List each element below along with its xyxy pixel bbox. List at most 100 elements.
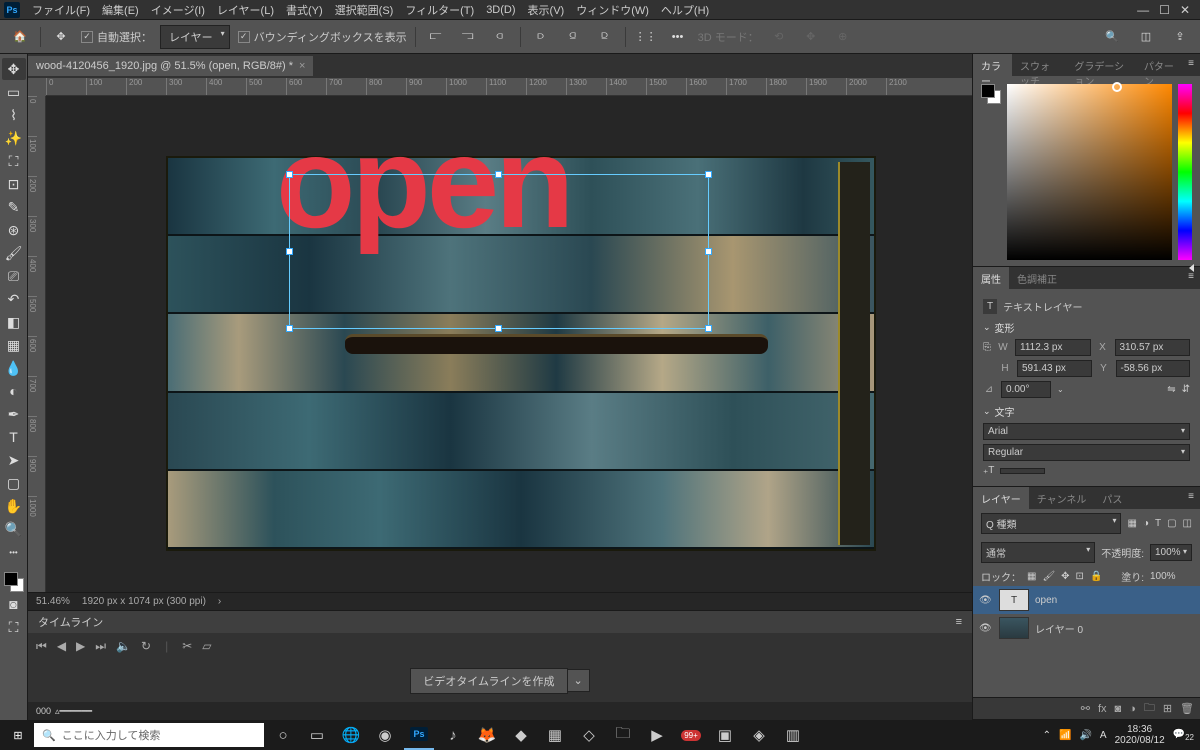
first-frame-icon[interactable]: ⏮: [36, 639, 47, 654]
audio-icon[interactable]: 🔈: [116, 639, 131, 653]
split-icon[interactable]: ✂: [182, 639, 192, 653]
transform-handle[interactable]: [705, 325, 712, 332]
layer-style-icon[interactable]: fx: [1098, 703, 1107, 715]
lock-artboard-icon[interactable]: ⊡: [1076, 571, 1084, 582]
lock-all-icon[interactable]: 🔒: [1090, 571, 1102, 582]
filter-type-icon[interactable]: T: [1155, 518, 1161, 529]
edge-icon[interactable]: 🌐: [336, 720, 366, 750]
taskbar-app-icon[interactable]: ◇: [574, 720, 604, 750]
taskbar-search[interactable]: 🔍 ここに入力して検索: [34, 723, 264, 747]
search-icon[interactable]: 🔍: [1100, 25, 1124, 49]
transform-handle[interactable]: [705, 248, 712, 255]
opacity-field[interactable]: 100%: [1150, 544, 1192, 561]
tab-swatches[interactable]: スウォッチ: [1012, 54, 1066, 76]
font-size-field[interactable]: [1000, 468, 1045, 474]
tab-channels[interactable]: チャンネル: [1029, 487, 1095, 509]
menu-view[interactable]: 表示(V): [522, 0, 571, 20]
layer-name[interactable]: open: [1035, 595, 1057, 606]
share-icon[interactable]: ⇪: [1168, 25, 1192, 49]
taskbar-app-icon[interactable]: ▥: [778, 720, 808, 750]
align-right-icon[interactable]: ⫏: [488, 25, 512, 49]
crop-tool[interactable]: ⛶: [2, 150, 26, 172]
photoshop-taskbar-icon[interactable]: Ps: [404, 720, 434, 750]
tab-close-icon[interactable]: ×: [299, 60, 305, 72]
link-layers-icon[interactable]: ⚯: [1081, 702, 1090, 715]
volume-icon[interactable]: 🔊: [1079, 730, 1091, 741]
blur-tool[interactable]: 💧: [2, 357, 26, 379]
filter-pixel-icon[interactable]: ▦: [1127, 518, 1136, 529]
color-field[interactable]: [1007, 84, 1172, 260]
document-tab[interactable]: wood-4120456_1920.jpg @ 51.5% (open, RGB…: [28, 56, 313, 76]
quickmask-tool[interactable]: ◙: [2, 593, 26, 615]
align-bottom-icon[interactable]: ⫒: [593, 25, 617, 49]
move-tool[interactable]: ✥: [2, 58, 26, 80]
lock-position-icon[interactable]: ✥: [1061, 571, 1069, 582]
menu-select[interactable]: 選択範囲(S): [329, 0, 400, 20]
network-icon[interactable]: 📶: [1059, 730, 1071, 741]
new-layer-icon[interactable]: ⊞: [1163, 702, 1172, 715]
tab-gradients[interactable]: グラデーション: [1066, 54, 1136, 76]
align-top-icon[interactable]: ⫐: [529, 25, 553, 49]
angle-field[interactable]: 0.00°: [1001, 381, 1051, 398]
menu-3d[interactable]: 3D(D): [480, 2, 521, 18]
clock[interactable]: 18:362020/08/12: [1115, 724, 1165, 746]
canvas-area[interactable]: 0100200300400500600700800900100011001200…: [28, 78, 972, 592]
y-field[interactable]: -58.56 px: [1116, 360, 1191, 377]
tab-layers[interactable]: レイヤー: [973, 487, 1029, 509]
menu-edit[interactable]: 編集(E): [96, 0, 145, 20]
lock-transparent-icon[interactable]: ▦: [1027, 571, 1036, 582]
blend-mode-select[interactable]: 通常: [981, 542, 1095, 563]
menu-window[interactable]: ウィンドウ(W): [570, 0, 655, 20]
layer-thumbnail[interactable]: T: [999, 589, 1029, 611]
visibility-icon[interactable]: 👁: [979, 595, 993, 606]
magic-wand-tool[interactable]: ✨: [2, 127, 26, 149]
menu-layer[interactable]: レイヤー(L): [211, 0, 280, 20]
healing-tool[interactable]: ⊛: [2, 219, 26, 241]
transform-section[interactable]: 変形: [983, 320, 1190, 335]
timeline-zoom-slider[interactable]: ▵━━━━━━: [55, 706, 92, 717]
zoom-tool[interactable]: 🔍: [2, 518, 26, 540]
status-chevron-icon[interactable]: ›: [218, 596, 221, 607]
filter-shape-icon[interactable]: ▢: [1167, 518, 1176, 529]
layer-row[interactable]: 👁 レイヤー 0: [973, 614, 1200, 642]
menu-filter[interactable]: フィルター(T): [399, 0, 480, 20]
firefox-icon[interactable]: 🦊: [472, 720, 502, 750]
transition-icon[interactable]: ▱: [202, 639, 211, 653]
layer-filter-select[interactable]: Q 種類: [981, 513, 1121, 534]
fill-field[interactable]: 100%: [1150, 571, 1192, 582]
transform-handle[interactable]: [286, 171, 293, 178]
color-picker-cursor[interactable]: [1112, 82, 1122, 92]
loop-icon[interactable]: ↻: [141, 639, 151, 653]
menu-type[interactable]: 書式(Y): [280, 0, 329, 20]
filter-smart-icon[interactable]: ◫: [1183, 518, 1192, 529]
tray-chevron-icon[interactable]: ⌃: [1043, 730, 1051, 741]
layer-row[interactable]: 👁 T open: [973, 586, 1200, 614]
stamp-tool[interactable]: ⎚: [2, 265, 26, 287]
character-section[interactable]: 文字: [983, 404, 1190, 419]
more-options-icon[interactable]: •••: [666, 25, 690, 49]
gradient-tool[interactable]: ▦: [2, 334, 26, 356]
tab-adjustments[interactable]: 色調補正: [1009, 267, 1065, 289]
screenmode-tool[interactable]: ⛶: [2, 616, 26, 638]
hue-slider[interactable]: [1178, 84, 1192, 260]
window-minimize-icon[interactable]: —: [1137, 3, 1149, 17]
x-field[interactable]: 310.57 px: [1115, 339, 1191, 356]
color-swatch[interactable]: [981, 84, 1001, 104]
taskbar-app-icon[interactable]: ◈: [744, 720, 774, 750]
dodge-tool[interactable]: ◐: [2, 380, 26, 402]
align-hcenter-icon[interactable]: ⫎: [456, 25, 480, 49]
type-tool[interactable]: T: [2, 426, 26, 448]
prev-frame-icon[interactable]: ◀: [57, 639, 66, 653]
window-close-icon[interactable]: ✕: [1180, 3, 1190, 17]
autoselect-dropdown[interactable]: レイヤー: [160, 25, 230, 49]
shape-tool[interactable]: ▢: [2, 472, 26, 494]
distribute-icon[interactable]: ⋮⋮: [634, 25, 658, 49]
transform-bounding-box[interactable]: [289, 174, 709, 329]
taskbar-app-icon[interactable]: ◆: [506, 720, 536, 750]
ime-icon[interactable]: A: [1100, 730, 1107, 741]
tab-color[interactable]: カラー: [973, 54, 1012, 76]
create-timeline-button[interactable]: ビデオタイムラインを作成: [410, 668, 567, 694]
align-vcenter-icon[interactable]: ⫑: [561, 25, 585, 49]
delete-layer-icon[interactable]: 🗑: [1180, 702, 1194, 715]
panel-menu-icon[interactable]: ≡: [1182, 54, 1200, 76]
